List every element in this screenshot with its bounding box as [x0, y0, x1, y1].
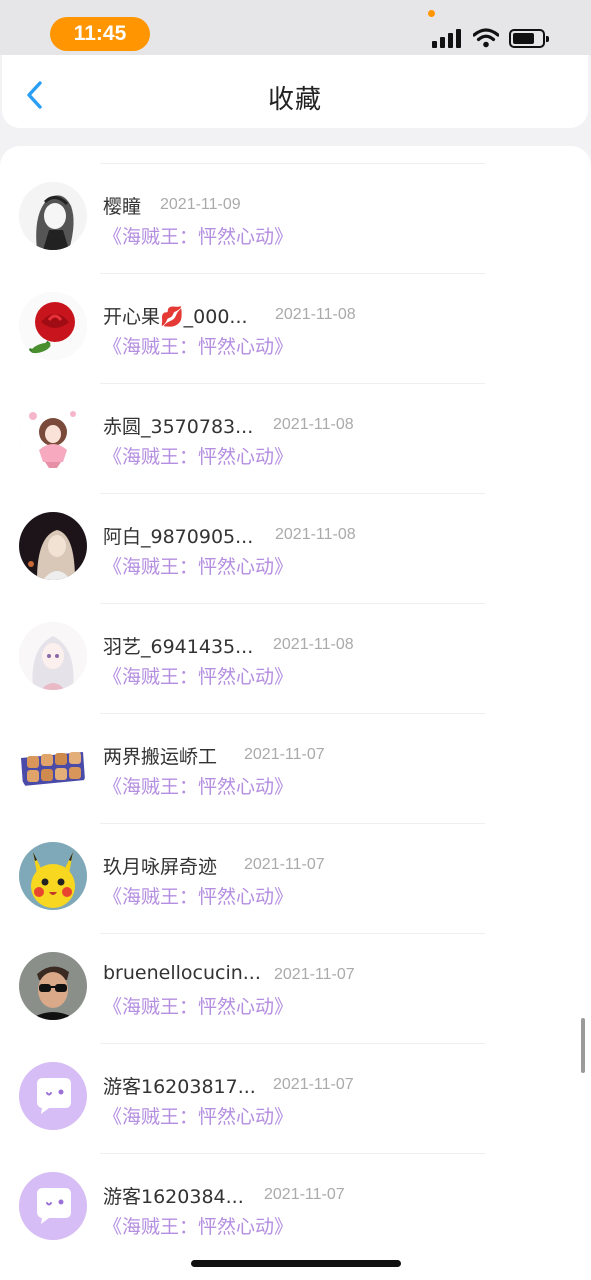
user-name: 游客1620384... [103, 1186, 244, 1208]
favorite-date: 2021-11-07 [244, 746, 325, 763]
favorite-date: 2021-11-08 [273, 636, 354, 653]
page-title: 收藏 [267, 85, 322, 115]
anime-sketch-avatar [19, 182, 87, 250]
story-title: 《海贼王：怦然心动》 [103, 1106, 294, 1128]
favorite-date: 2021-11-07 [274, 966, 355, 983]
dark-portrait-avatar [19, 512, 87, 580]
pikachu-avatar [19, 842, 87, 910]
list-item[interactable]: 两界搬运峤工 2021-11-07 《海贼王：怦然心动》 [0, 696, 591, 824]
list-item[interactable]: 羽艺_6941435... 2021-11-08 《海贼王：怦然心动》 [0, 586, 591, 714]
list-item[interactable]: 赤圆_3570783... 2021-11-08 《海贼王：怦然心动》 [0, 366, 591, 494]
anime-silver-hair-avatar [19, 622, 87, 690]
status-bar: 11:45 [0, 0, 591, 55]
list-item[interactable]: bruenellocucin... 2021-11-07 《海贼王：怦然心动》 [0, 916, 591, 1044]
user-name: 开心果💋_000... [103, 306, 248, 328]
story-title: 《海贼王：怦然心动》 [103, 1216, 294, 1238]
status-time: 11:45 [50, 17, 150, 51]
story-title: 《海贼王：怦然心动》 [103, 446, 294, 468]
rose-avatar [19, 292, 87, 360]
list-item[interactable]: 游客16203817... 2021-11-07 《海贼王：怦然心动》 [0, 1026, 591, 1154]
sunglasses-man-avatar [19, 952, 87, 1020]
story-title: 《海贼王：怦然心动》 [103, 336, 294, 358]
navigation-bar: 收藏 [2, 55, 588, 128]
user-name: 阿白_9870905... [103, 526, 254, 548]
guest-chat-avatar [19, 1172, 87, 1240]
favorites-list: 樱瞳 2021-11-09 《海贼王：怦然心动》 开心果💋_000... 202… [0, 146, 591, 1280]
guest-chat-avatar [19, 1062, 87, 1130]
user-name: 游客16203817... [103, 1076, 256, 1098]
favorite-date: 2021-11-08 [275, 306, 356, 323]
favorite-date: 2021-11-09 [160, 196, 241, 213]
list-item[interactable]: 玖月咏屏奇迹 2021-11-07 《海贼王：怦然心动》 [0, 806, 591, 934]
battery-icon [509, 29, 549, 48]
favorite-date: 2021-11-08 [275, 526, 356, 543]
user-name: 樱瞳 [103, 196, 142, 218]
list-item[interactable]: 开心果💋_000... 2021-11-08 《海贼王：怦然心动》 [0, 256, 591, 384]
user-name: 羽艺_6941435... [103, 636, 254, 658]
favorite-date: 2021-11-07 [273, 1076, 354, 1093]
scrollbar[interactable] [581, 1018, 585, 1073]
user-name: 玖月咏屏奇迹 [103, 856, 218, 878]
list-item[interactable]: 阿白_9870905... 2021-11-08 《海贼王：怦然心动》 [0, 476, 591, 604]
user-name: 两界搬运峤工 [103, 746, 218, 768]
story-title: 《海贼王：怦然心动》 [103, 226, 294, 248]
story-title: 《海贼王：怦然心动》 [103, 996, 294, 1018]
wifi-icon [473, 28, 499, 48]
cellular-signal-icon [432, 28, 464, 48]
privacy-indicator-dot [428, 10, 435, 17]
favorite-date: 2021-11-07 [244, 856, 325, 873]
list-item[interactable]: 游客1620384... 2021-11-07 《海贼王：怦然心动》 [0, 1136, 591, 1246]
user-name: bruenellocucin... [103, 962, 261, 984]
list-item[interactable]: 樱瞳 2021-11-09 《海贼王：怦然心动》 [0, 146, 591, 274]
story-title: 《海贼王：怦然心动》 [103, 776, 294, 798]
user-name: 赤圆_3570783... [103, 416, 254, 438]
favorite-date: 2021-11-08 [273, 416, 354, 433]
story-title: 《海贼王：怦然心动》 [103, 666, 294, 688]
story-title: 《海贼王：怦然心动》 [103, 886, 294, 908]
favorite-date: 2021-11-07 [264, 1186, 345, 1203]
anime-pink-avatar [19, 402, 87, 470]
story-title: 《海贼王：怦然心动》 [103, 556, 294, 578]
home-indicator[interactable] [191, 1260, 401, 1267]
food-tray-avatar [19, 732, 87, 800]
